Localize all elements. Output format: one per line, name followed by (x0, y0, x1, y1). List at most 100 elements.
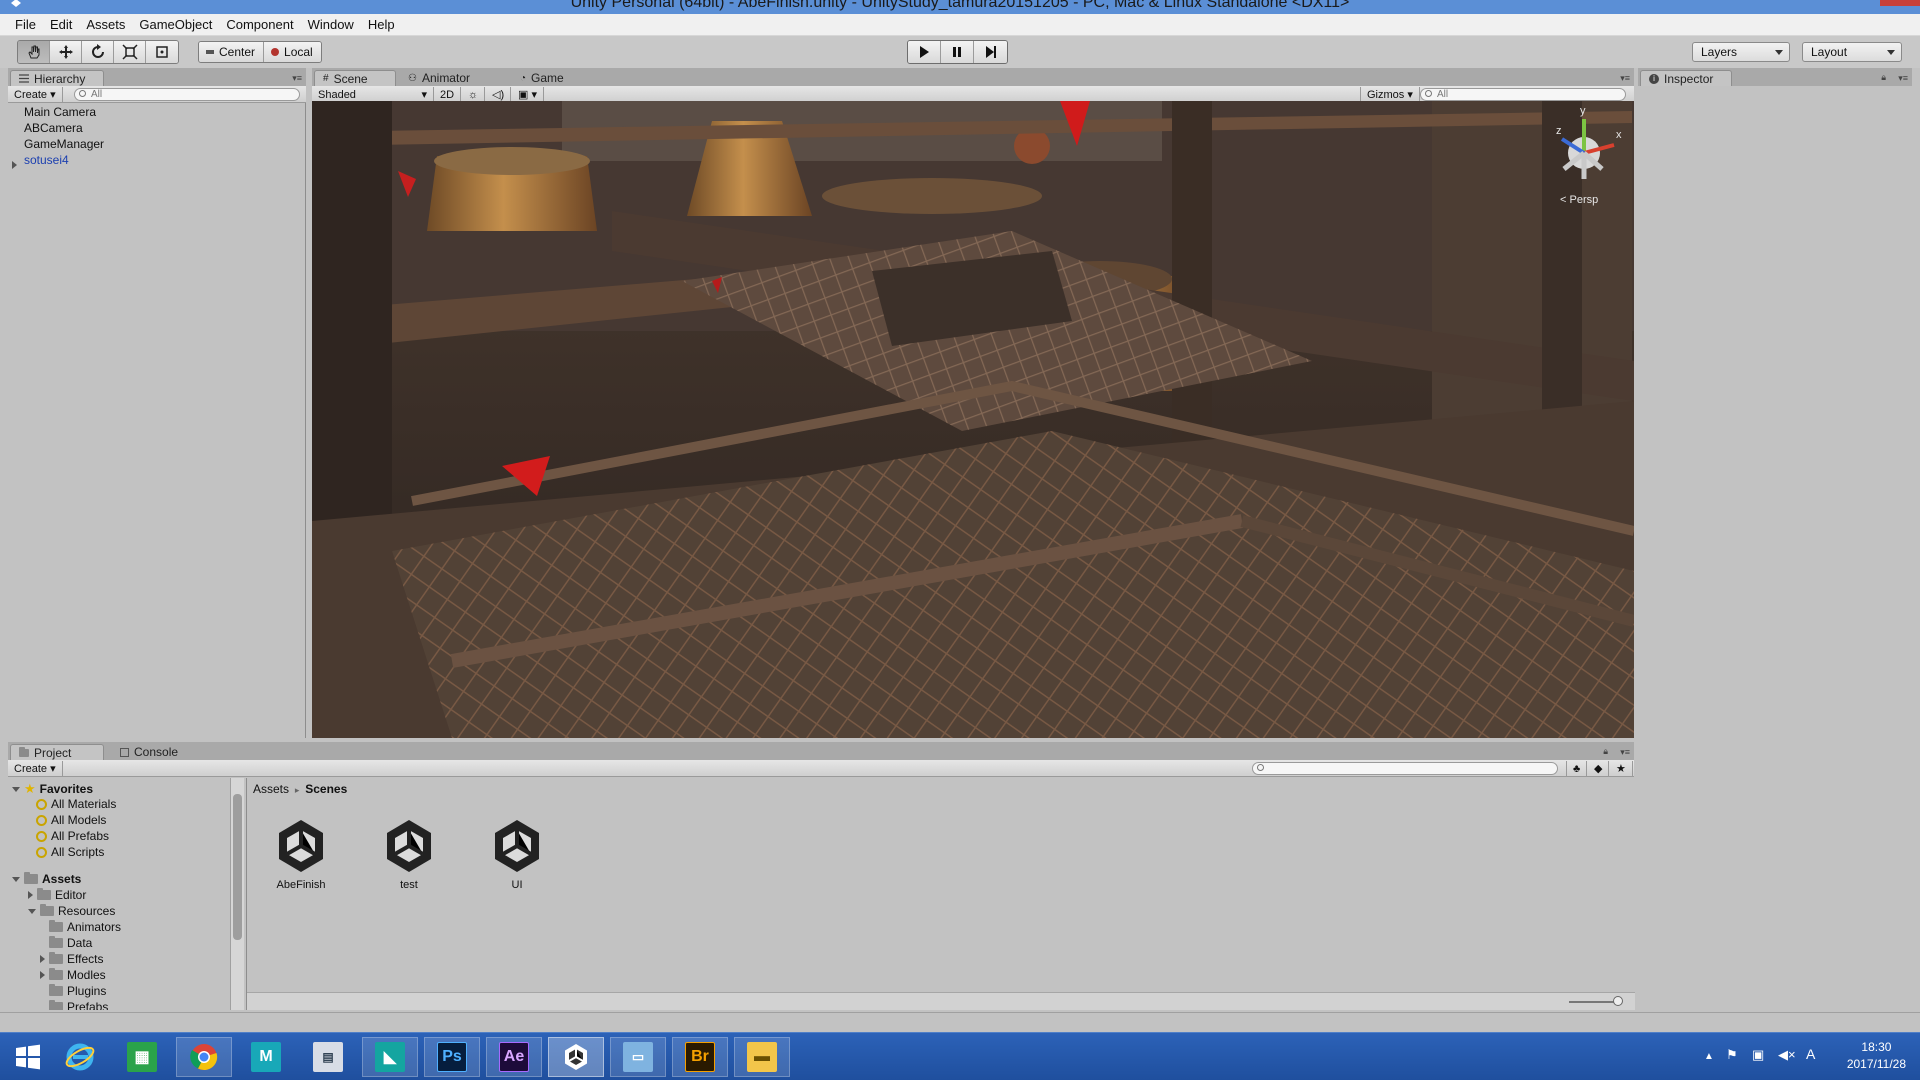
projection-mode-label[interactable]: < Persp (1560, 194, 1598, 206)
hierarchy-item-gamemanager[interactable]: GameManager (24, 137, 104, 151)
folder-label: Editor (55, 888, 87, 902)
panel-menu-icon[interactable]: ▾≡ (1620, 747, 1630, 758)
scene-viewport[interactable]: y x z < Persp (312, 101, 1634, 738)
menu-gameobject[interactable]: GameObject (132, 14, 219, 36)
folder-icon: ▬ (747, 1042, 777, 1072)
pivot-local-button[interactable]: Local (264, 42, 321, 62)
folder-icon (49, 968, 63, 980)
layers-dropdown[interactable]: Layers (1692, 42, 1790, 62)
tree-all-scripts[interactable]: All Scripts (36, 845, 104, 859)
menu-assets[interactable]: Assets (79, 14, 132, 36)
step-button[interactable] (974, 41, 1007, 63)
hierarchy-item-main-camera[interactable]: Main Camera (24, 105, 96, 119)
tree-modles[interactable]: Modles (40, 968, 106, 982)
taskbar-calculator[interactable]: ▤ (300, 1037, 356, 1077)
hand-tool-button[interactable] (18, 41, 50, 63)
icon-size-slider-handle[interactable] (1613, 996, 1623, 1006)
tab-hierarchy[interactable]: Hierarchy (10, 70, 104, 86)
project-tree-scrollbar[interactable] (230, 778, 244, 1010)
menu-edit[interactable]: Edit (43, 14, 79, 36)
taskbar-unity[interactable] (548, 1037, 604, 1077)
play-button[interactable] (908, 41, 941, 63)
asset-abefinish[interactable]: AbeFinish (261, 816, 341, 891)
project-search-input[interactable] (1252, 762, 1558, 775)
tree-all-materials[interactable]: All Materials (36, 797, 116, 811)
taskbar-photoshop[interactable]: Ps (424, 1037, 480, 1077)
menu-file[interactable]: File (8, 14, 43, 36)
taskbar-image-viewer[interactable]: ▭ (610, 1037, 666, 1077)
taskbar-chrome[interactable] (176, 1037, 232, 1077)
taskbar-unity-hub[interactable]: ◣ (362, 1037, 418, 1077)
scene-lighting-button[interactable]: ☼ (462, 87, 486, 102)
search-by-type-button[interactable]: ♣ (1566, 761, 1588, 776)
tree-prefabs[interactable]: Prefabs (49, 1000, 108, 1010)
tree-resources[interactable]: Resources (28, 904, 115, 918)
tree-all-models[interactable]: All Models (36, 813, 106, 827)
project-create-button[interactable]: Create ▾ (8, 761, 63, 776)
action-center-flag-icon[interactable]: ⚑ (1726, 1047, 1738, 1063)
breadcrumb-scenes[interactable]: Scenes (305, 782, 347, 796)
hierarchy-item-abcamera[interactable]: ABCamera (24, 121, 83, 135)
menu-help[interactable]: Help (361, 14, 402, 36)
tray-expand-icon[interactable]: ▲ (1704, 1051, 1714, 1062)
scene-search-input[interactable]: All (1420, 88, 1626, 101)
asset-test[interactable]: test (369, 816, 449, 891)
lock-icon[interactable]: 🔒︎ (1603, 746, 1608, 757)
hierarchy-create-button[interactable]: Create ▾ (8, 87, 63, 102)
layout-dropdown[interactable]: Layout (1802, 42, 1902, 62)
taskbar-file-explorer[interactable]: ▬ (734, 1037, 790, 1077)
ime-indicator[interactable]: A (1806, 1046, 1815, 1062)
lock-icon[interactable]: 🔒︎ (1881, 72, 1886, 83)
move-tool-button[interactable] (50, 41, 82, 63)
network-icon[interactable]: ▣ (1752, 1047, 1764, 1063)
gizmos-dropdown[interactable]: Gizmos ▾ (1360, 87, 1420, 102)
hierarchy-item-sotusei4[interactable]: sotusei4 (24, 153, 69, 167)
taskbar-bridge[interactable]: Br (672, 1037, 728, 1077)
menu-component[interactable]: Component (219, 14, 300, 36)
taskbar-maya[interactable]: M (238, 1037, 294, 1077)
taskbar-windows-store[interactable]: ▦ (114, 1037, 170, 1077)
toggle-2d-button[interactable]: 2D (434, 87, 462, 102)
tab-animator[interactable]: ⚇ Animator (400, 70, 478, 86)
scene-audio-button[interactable]: ◁) (486, 87, 512, 102)
close-window-button[interactable] (1880, 0, 1920, 6)
tree-editor[interactable]: Editor (28, 888, 86, 902)
menu-window[interactable]: Window (301, 14, 361, 36)
taskbar-internet-explorer[interactable] (52, 1037, 108, 1077)
tree-data[interactable]: Data (49, 936, 92, 950)
speaker-muted-icon[interactable]: ◀× (1778, 1047, 1796, 1063)
start-button[interactable] (0, 1037, 56, 1077)
tree-animators[interactable]: Animators (49, 920, 121, 934)
folder-label: Effects (67, 952, 104, 966)
panel-menu-icon[interactable]: ▾≡ (1620, 73, 1630, 84)
tree-assets[interactable]: Assets (12, 872, 81, 886)
tree-favorites[interactable]: ★ Favorites (12, 781, 93, 797)
tab-inspector[interactable]: i Inspector (1640, 70, 1732, 86)
tab-console[interactable]: Console (112, 744, 186, 760)
pause-button[interactable] (941, 41, 974, 63)
asset-ui[interactable]: UI (477, 816, 557, 891)
tree-effects[interactable]: Effects (40, 952, 103, 966)
rotate-tool-button[interactable] (82, 41, 114, 63)
scene-effects-button[interactable]: ▣ ▾ (512, 87, 544, 102)
folder-icon (37, 888, 51, 900)
search-by-label-button[interactable]: ◆ (1588, 761, 1610, 776)
system-clock[interactable]: 18:30 2017/11/28 (1847, 1039, 1906, 1073)
tree-plugins[interactable]: Plugins (49, 984, 106, 998)
pivot-center-button[interactable]: Center (199, 42, 265, 62)
panel-menu-icon[interactable]: ▾≡ (1898, 73, 1908, 84)
hierarchy-search-input[interactable]: All (74, 88, 300, 101)
breadcrumb-assets[interactable]: Assets (253, 782, 289, 796)
tree-all-prefabs[interactable]: All Prefabs (36, 829, 109, 843)
rect-tool-button[interactable] (146, 41, 178, 63)
taskbar-after-effects[interactable]: Ae (486, 1037, 542, 1077)
tab-scene[interactable]: # Scene (314, 70, 396, 86)
scrollbar-thumb[interactable] (233, 794, 242, 940)
shading-mode-dropdown[interactable]: Shaded ▾ (312, 87, 434, 102)
favorite-button[interactable]: ★ (1610, 761, 1633, 776)
panel-menu-icon[interactable]: ▾≡ (292, 73, 302, 84)
tab-game[interactable]: ◔ Game (512, 70, 572, 86)
scale-tool-button[interactable] (114, 41, 146, 63)
expand-arrow-icon[interactable] (12, 157, 17, 172)
tab-project[interactable]: Project (10, 744, 104, 760)
